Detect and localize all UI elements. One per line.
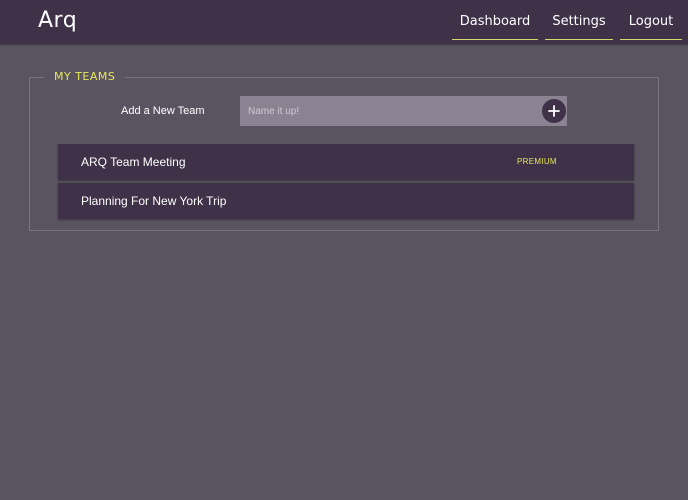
- add-team-form: [240, 96, 567, 126]
- team-name: ARQ Team Meeting: [81, 155, 186, 169]
- plus-icon: [548, 105, 560, 117]
- team-list-item[interactable]: ARQ Team Meeting PREMIUM: [58, 144, 634, 180]
- my-teams-title: MY TEAMS: [44, 70, 126, 83]
- premium-badge: PREMIUM: [517, 157, 557, 166]
- team-name-input[interactable]: [240, 96, 530, 126]
- top-navbar: Arq Dashboard Settings Logout: [0, 0, 688, 44]
- app-logo[interactable]: Arq: [38, 8, 77, 33]
- team-name: Planning For New York Trip: [81, 194, 227, 208]
- nav-settings-link[interactable]: Settings: [545, 14, 613, 40]
- nav-logout-link[interactable]: Logout: [620, 14, 682, 40]
- add-team-label: Add a New Team: [121, 105, 205, 117]
- team-list-item[interactable]: Planning For New York Trip: [58, 183, 634, 219]
- nav-dashboard-link[interactable]: Dashboard: [452, 14, 538, 40]
- add-team-button[interactable]: [542, 99, 566, 123]
